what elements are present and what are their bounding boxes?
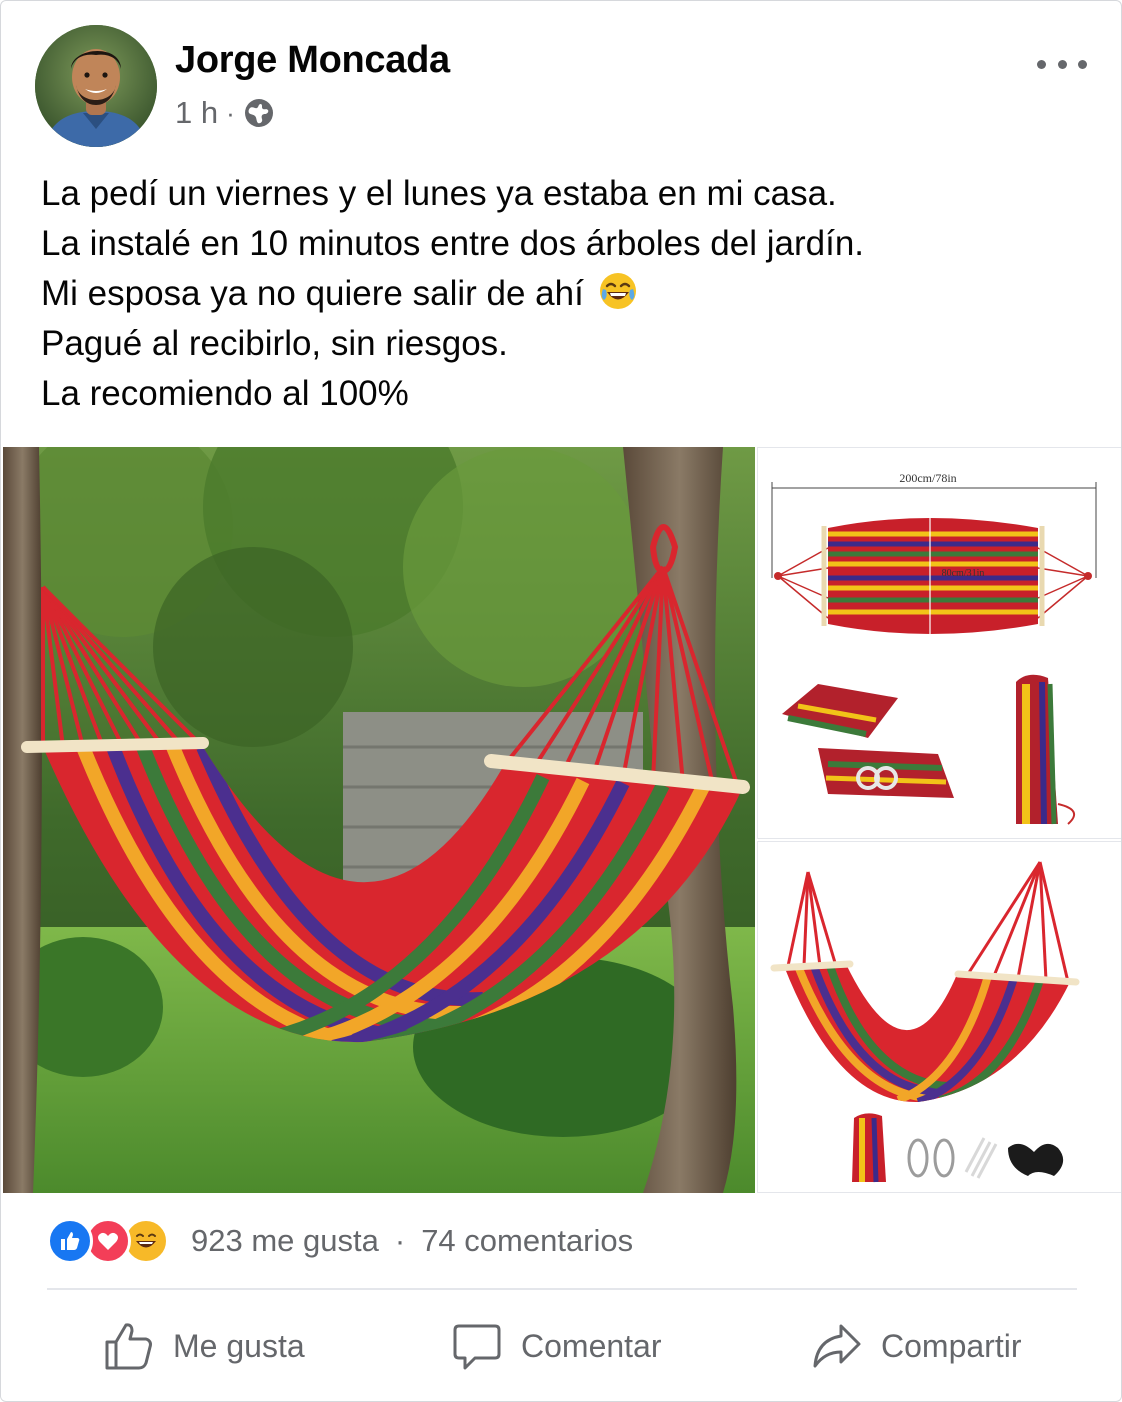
post-text-line: La pedí un viernes y el lunes ya estaba … xyxy=(41,174,837,213)
like-button-label: Me gusta xyxy=(173,1327,305,1364)
post-meta: 1 h · xyxy=(175,93,275,133)
photo-gallery: 200cm/78in 80cm/31in xyxy=(1,447,1121,1193)
product-dimensions-photo[interactable]: 200cm/78in 80cm/31in xyxy=(757,447,1121,839)
reaction-icons[interactable] xyxy=(47,1217,169,1265)
globe-icon[interactable] xyxy=(243,97,275,129)
main-photo-hammock[interactable] xyxy=(3,447,755,1193)
like-reaction-icon xyxy=(47,1218,93,1264)
author-name[interactable]: Jorge Moncada xyxy=(175,39,450,82)
likes-count[interactable]: 923 me gusta xyxy=(191,1223,379,1259)
laughing-emoji-icon xyxy=(599,273,636,309)
comment-button[interactable]: Comentar xyxy=(451,1313,662,1379)
share-arrow-icon xyxy=(813,1324,861,1368)
share-button-label: Compartir xyxy=(881,1327,1022,1364)
share-button[interactable]: Compartir xyxy=(811,1313,1021,1379)
width-dimension-label: 200cm/78in xyxy=(899,471,956,485)
like-button[interactable]: Me gusta xyxy=(103,1313,305,1379)
meta-separator: · xyxy=(226,97,235,128)
counts-separator: · xyxy=(394,1223,406,1258)
actions-divider xyxy=(47,1288,1077,1290)
post-text-line: La recomiendo al 100% xyxy=(41,374,409,413)
post-text-line: Mi esposa ya no quiere salir de ahí xyxy=(41,269,1101,319)
post-actions: Me gusta Comentar Compartir xyxy=(1,1313,1121,1379)
author-avatar[interactable] xyxy=(35,25,157,147)
post-text-line: La instalé en 10 minutos entre dos árbol… xyxy=(41,224,865,263)
more-options-icon[interactable] xyxy=(1037,51,1087,77)
engagement-counts: 923 me gusta · 74 comentarios xyxy=(191,1217,633,1265)
comments-count[interactable]: 74 comentarios xyxy=(421,1223,633,1259)
hammock-accessories-photo[interactable] xyxy=(757,841,1121,1193)
thumbs-up-icon xyxy=(105,1323,152,1370)
post-text: La pedí un viernes y el lunes ya estaba … xyxy=(41,169,1101,419)
post-card: Jorge Moncada 1 h · La pedí un viernes y… xyxy=(0,0,1122,1402)
comment-bubble-icon xyxy=(453,1324,501,1370)
post-time[interactable]: 1 h xyxy=(175,95,218,131)
height-dimension-label: 80cm/31in xyxy=(942,568,985,579)
post-text-line: Pagué al recibirlo, sin riesgos. xyxy=(41,324,508,363)
comment-button-label: Comentar xyxy=(521,1327,662,1364)
